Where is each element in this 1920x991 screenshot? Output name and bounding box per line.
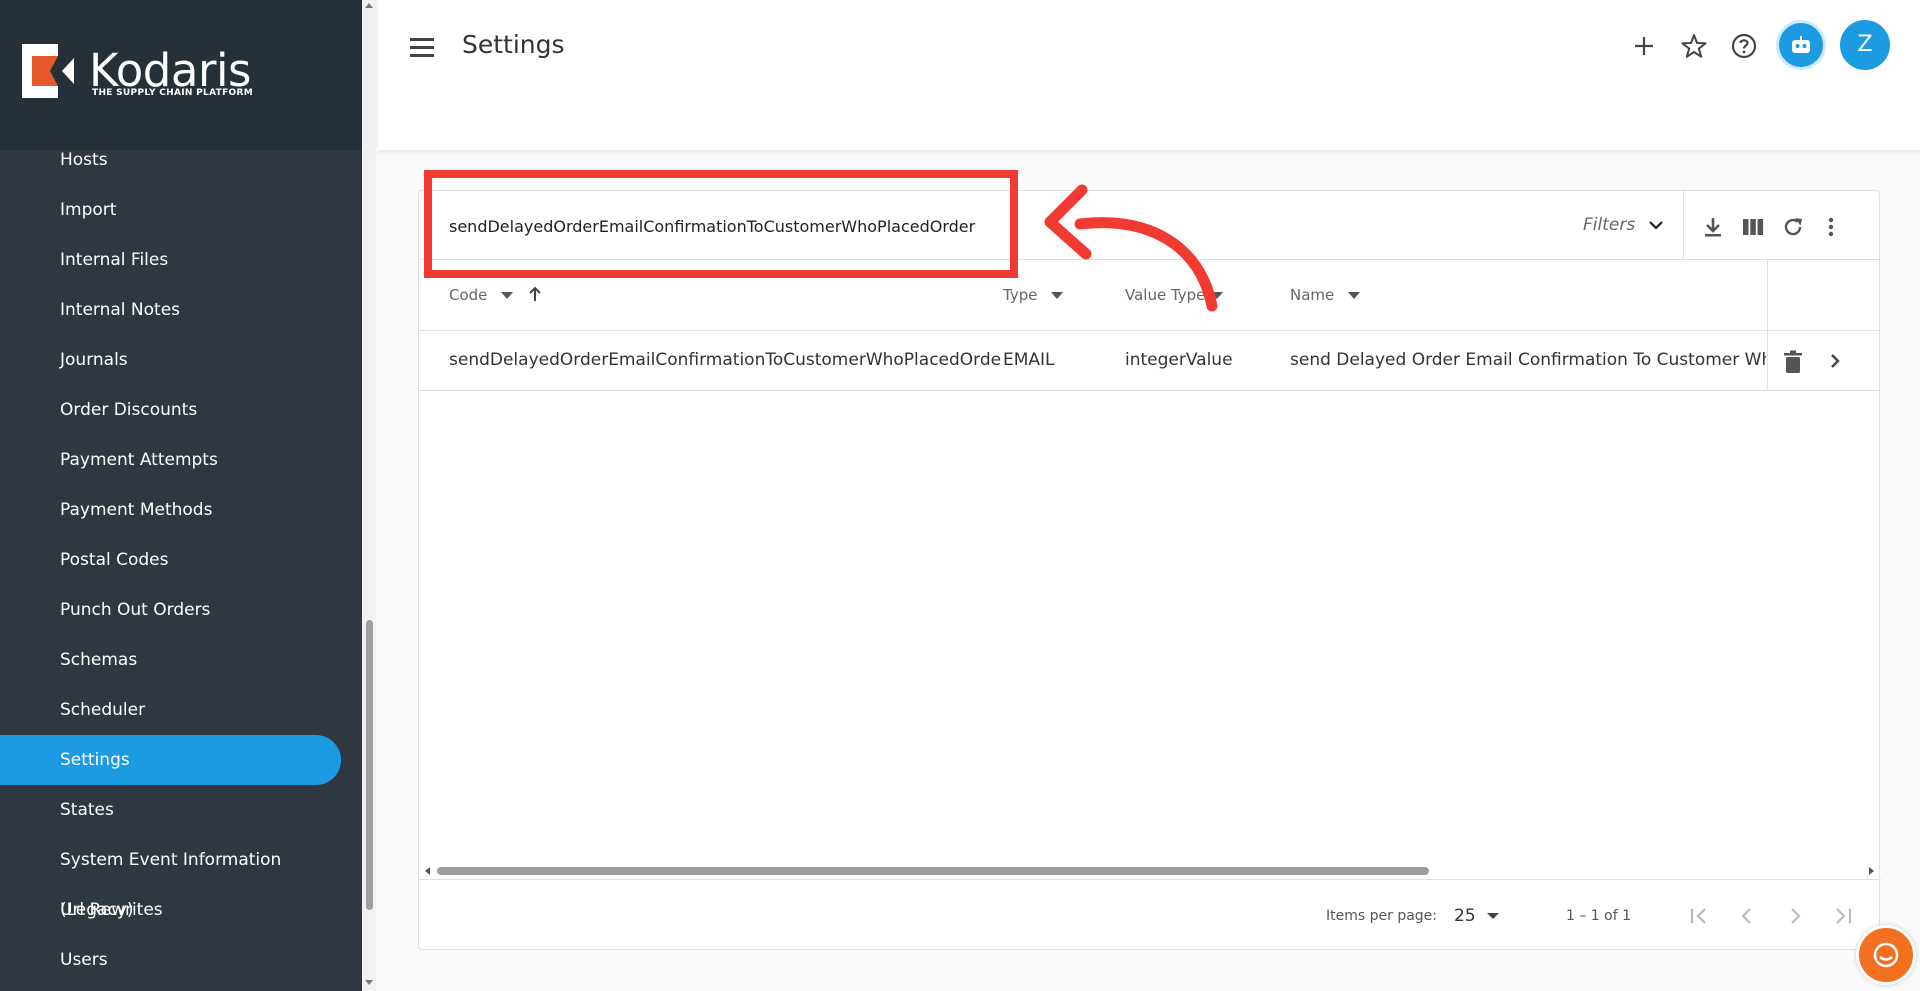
last-page-icon[interactable] <box>1829 902 1857 930</box>
annotation-highlight-box <box>424 170 1018 278</box>
toolbar-divider <box>1683 191 1684 259</box>
previous-page-icon[interactable] <box>1733 902 1761 930</box>
assistant-button[interactable] <box>1776 20 1826 70</box>
column-header-label: Code <box>449 286 488 304</box>
sort-menu-icon[interactable] <box>501 292 514 299</box>
cell-name: send Delayed Order Email Confirmation To… <box>1290 350 1766 370</box>
sidebar-scrollbar[interactable] <box>362 0 376 991</box>
refresh-icon[interactable] <box>1781 215 1805 239</box>
items-per-page-select[interactable]: 25 <box>1454 906 1476 926</box>
kodaris-logo-icon <box>22 44 74 98</box>
sidebar-item-payment-attempts[interactable]: Payment Attempts <box>0 435 341 485</box>
sidebar-item-users[interactable]: Users <box>0 935 341 985</box>
logo-area: Kodaris THE SUPPLY CHAIN PLATFORM <box>0 0 362 150</box>
delete-icon[interactable] <box>1781 349 1805 375</box>
scroll-left-icon[interactable] <box>425 867 430 875</box>
robot-icon <box>1792 36 1810 53</box>
sidebar-item-states[interactable]: States <box>0 785 341 835</box>
column-header-name[interactable]: Name <box>1290 286 1361 304</box>
cell-type: EMAIL <box>1003 350 1055 370</box>
columns-icon[interactable] <box>1741 215 1765 239</box>
scroll-up-icon[interactable] <box>365 3 373 8</box>
dropdown-arrow-icon[interactable] <box>1487 913 1499 919</box>
horizontal-scrollbar[interactable] <box>419 863 1881 877</box>
table-row[interactable]: sendDelayedOrderEmailConfirmationToCusto… <box>419 331 1881 391</box>
sidebar-item-punch-out-orders[interactable]: Punch Out Orders <box>0 585 341 635</box>
items-per-page-label: Items per page: <box>1326 908 1438 924</box>
sidebar-item-internal-notes[interactable]: Internal Notes <box>0 285 341 335</box>
first-page-icon[interactable] <box>1685 902 1713 930</box>
sidebar-item-settings[interactable]: Settings <box>0 735 341 785</box>
paginator: Items per page: 25 1 – 1 of 1 <box>419 879 1881 951</box>
sidebar-item-hosts[interactable]: Hosts <box>0 135 341 185</box>
scroll-down-icon[interactable] <box>365 980 373 985</box>
cell-value-type: integerValue <box>1125 350 1233 370</box>
sidebar-item-postal-codes[interactable]: Postal Codes <box>0 535 341 585</box>
download-icon[interactable] <box>1701 215 1725 239</box>
annotation-arrow-icon <box>1044 184 1218 312</box>
chat-widget-button[interactable] <box>1856 925 1916 985</box>
sidebar-item-system-event-information[interactable]: System Event Information (Legacy) <box>0 835 341 920</box>
help-icon[interactable] <box>1728 30 1760 62</box>
star-icon[interactable] <box>1678 30 1710 62</box>
sidebar-item-payment-methods[interactable]: Payment Methods <box>0 485 341 535</box>
sidebar-item-url-rewrites[interactable]: Url Rewrites <box>0 885 341 935</box>
cell-code: sendDelayedOrderEmailConfirmationToCusto… <box>449 350 1001 370</box>
sort-ascending-icon[interactable] <box>527 285 543 303</box>
brand-tagline: THE SUPPLY CHAIN PLATFORM <box>92 88 253 98</box>
column-header-code[interactable]: Code <box>449 286 541 304</box>
horizontal-scrollbar-thumb[interactable] <box>437 867 1429 875</box>
column-header-label: Name <box>1290 286 1335 304</box>
paginator-range: 1 – 1 of 1 <box>1566 908 1632 924</box>
chevron-right-icon[interactable] <box>1825 351 1845 371</box>
next-page-icon[interactable] <box>1781 902 1809 930</box>
chevron-down-icon[interactable] <box>1647 216 1665 234</box>
filters-toggle[interactable]: Filters <box>1583 215 1635 235</box>
scroll-right-icon[interactable] <box>1869 867 1874 875</box>
add-icon[interactable] <box>1628 30 1660 62</box>
sidebar-scrollbar-thumb[interactable] <box>366 620 373 910</box>
sidebar-item-schemas[interactable]: Schemas <box>0 635 341 685</box>
top-header: Settings Z <box>378 0 1920 150</box>
sidebar-item-internal-files[interactable]: Internal Files <box>0 235 341 285</box>
sidebar-item-scheduler[interactable]: Scheduler <box>0 685 341 735</box>
sidebar: Kodaris THE SUPPLY CHAIN PLATFORM Hosts … <box>0 0 362 991</box>
page-title: Settings <box>462 30 565 59</box>
chat-icon <box>1873 942 1899 968</box>
hamburger-menu-icon[interactable] <box>410 38 434 58</box>
sidebar-item-order-discounts[interactable]: Order Discounts <box>0 385 341 435</box>
user-avatar[interactable]: Z <box>1840 20 1890 70</box>
sort-menu-icon[interactable] <box>1348 292 1361 299</box>
sidebar-item-journals[interactable]: Journals <box>0 335 341 385</box>
sidebar-item-import[interactable]: Import <box>0 185 341 235</box>
more-vert-icon[interactable] <box>1819 215 1843 239</box>
